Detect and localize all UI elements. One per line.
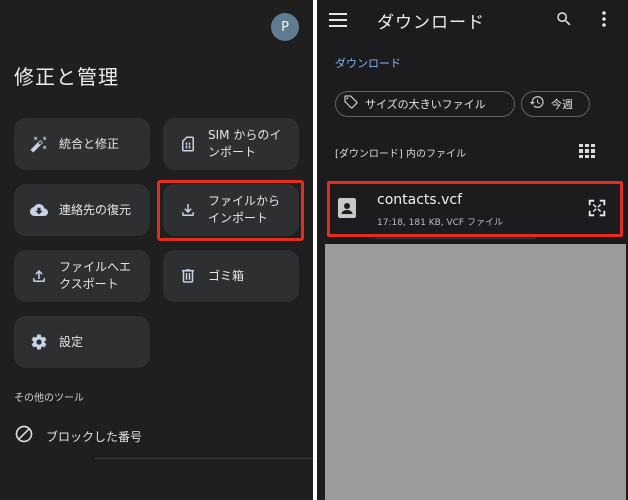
trash-label: ゴミ箱 — [208, 268, 245, 283]
other-tools-heading: その他のツール — [14, 393, 84, 404]
settings-label: 設定 — [59, 334, 84, 349]
block-icon — [14, 424, 34, 448]
app-bar-title: ダウンロード — [377, 13, 485, 33]
tag-icon — [343, 94, 365, 114]
blocked-numbers-label: ブロックした番号 — [46, 429, 143, 444]
trash-button[interactable]: ゴミ箱 — [163, 250, 299, 302]
import-from-sim-label: SIM からのインポート — [208, 128, 282, 159]
section-heading: [ダウンロード] 内のファイル — [335, 149, 466, 160]
highlight-box-import — [157, 180, 304, 241]
blocked-numbers-item[interactable]: ブロックした番号 — [14, 424, 304, 448]
restore-contacts-button[interactable]: 連絡先の復元 — [14, 184, 150, 236]
downloads-panel: ダウンロード ダウンロード サイズの大きいファイル 今週 [ダウンロード] 内の… — [317, 0, 628, 500]
breadcrumb[interactable]: ダウンロード — [335, 55, 401, 71]
this-week-filter-chip[interactable]: 今週 — [521, 91, 590, 117]
large-files-filter-chip[interactable]: サイズの大きいファイル — [335, 91, 515, 117]
merge-and-fix-label: 統合と修正 — [59, 136, 120, 151]
divider — [375, 238, 535, 239]
file-preview-area — [325, 244, 626, 500]
upload-icon — [30, 267, 48, 285]
this-week-filter-label: 今週 — [551, 98, 573, 111]
grid-view-icon[interactable] — [579, 143, 595, 158]
hamburger-menu-icon[interactable] — [329, 12, 347, 28]
export-to-file-label: ファイルへエクスポート — [59, 260, 132, 291]
cloud-download-icon — [30, 201, 48, 219]
highlight-box-file — [327, 181, 623, 237]
gear-icon — [30, 333, 48, 351]
fix-and-manage-panel: P 修正と管理 統合と修正 SIM からのインポート 連絡先の復元 ファイルから… — [0, 0, 313, 500]
sim-card-icon — [179, 135, 197, 153]
search-icon[interactable] — [555, 10, 573, 28]
account-avatar[interactable]: P — [271, 13, 299, 41]
page-title: 修正と管理 — [14, 65, 119, 89]
more-options-icon[interactable] — [597, 10, 611, 28]
trash-icon — [179, 267, 197, 285]
magic-wand-icon — [30, 135, 48, 153]
export-to-file-button[interactable]: ファイルへエクスポート — [14, 250, 150, 302]
large-files-filter-label: サイズの大きいファイル — [365, 98, 486, 111]
merge-and-fix-button[interactable]: 統合と修正 — [14, 118, 150, 170]
restore-contacts-label: 連絡先の復元 — [59, 202, 132, 217]
divider — [95, 458, 313, 459]
import-from-sim-button[interactable]: SIM からのインポート — [163, 118, 299, 170]
history-icon — [529, 94, 551, 114]
avatar-letter: P — [281, 19, 289, 35]
settings-button[interactable]: 設定 — [14, 316, 150, 368]
